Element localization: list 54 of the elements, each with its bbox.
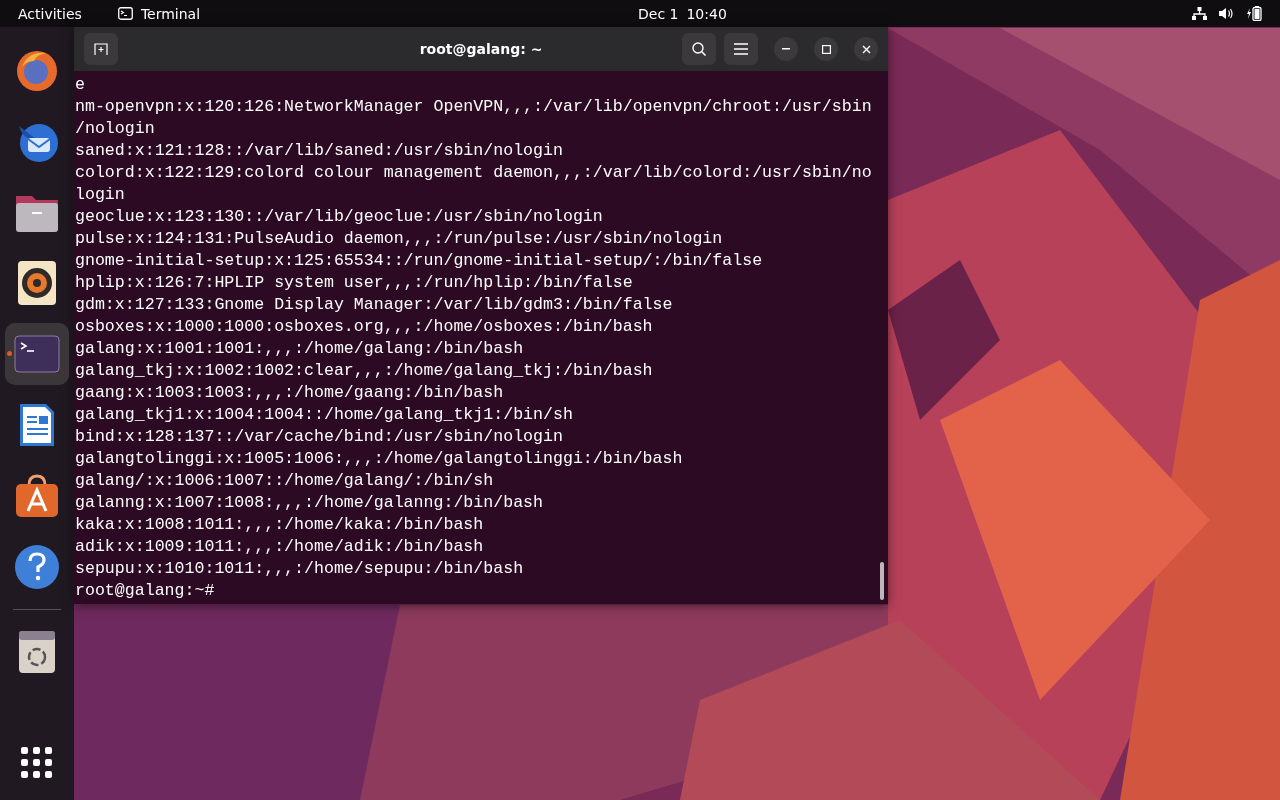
date-text[interactable]: Dec 1 <box>638 5 679 22</box>
terminal-line: gaang:x:1003:1003:,,,:/home/gaang:/bin/bash <box>75 382 504 404</box>
close-icon <box>861 44 871 54</box>
activities-button[interactable]: Activities <box>18 5 82 22</box>
app-grid-icon <box>21 747 53 779</box>
terminal-line: sepupu:x:1010:1011:,,,:/home/sepupu:/bin/bash <box>75 558 524 580</box>
maximize-icon <box>821 44 831 54</box>
terminal-line: saned:x:121:128::/var/lib/saned:/usr/sbin/nologin <box>75 140 563 162</box>
maximize-button[interactable] <box>814 37 838 61</box>
speaker-icon <box>17 260 57 306</box>
terminal-line: geoclue:x:123:130::/var/lib/geoclue:/usr/sbin/nologin <box>75 206 603 228</box>
terminal-line: kaka:x:1008:1011:,,,:/home/kaka:/bin/bash <box>75 514 484 536</box>
terminal-line: osboxes:x:1000:1000:osboxes.org,,,:/home/osboxes:/bin/bash <box>75 316 653 338</box>
new-tab-button[interactable] <box>84 33 118 65</box>
minimize-icon <box>782 48 790 50</box>
time-text[interactable]: 10:40 <box>686 5 727 22</box>
terminal-icon <box>14 335 60 373</box>
running-indicator <box>7 351 12 356</box>
terminal-line: galanng:x:1007:1008:,,,:/home/galanng:/bin/bash <box>75 492 544 514</box>
shopping-bag-icon <box>14 473 60 519</box>
terminal-line: login <box>75 184 125 206</box>
network-icon[interactable] <box>1192 7 1207 20</box>
volume-icon[interactable] <box>1219 7 1234 20</box>
terminal-line: /nologin <box>75 118 155 140</box>
terminal-line: adik:x:1009:1011:,,,:/home/adik:/bin/bash <box>75 536 484 558</box>
battery-icon[interactable] <box>1246 6 1262 21</box>
scrollbar[interactable] <box>880 562 884 600</box>
app-menu[interactable]: Terminal <box>140 5 201 22</box>
search-icon <box>691 41 707 57</box>
terminal-icon <box>117 7 133 20</box>
terminal-line: colord:x:122:129:colord colour management daemon,,,:/var/lib/colord:/usr/sbin/no <box>75 162 872 184</box>
terminal-line: nm-openvpn:x:120:126:NetworkManager OpenVPN,,,:/var/lib/openvpn/chroot:/usr/sbin <box>75 96 872 118</box>
search-button[interactable] <box>682 33 716 65</box>
new-tab-icon <box>94 43 108 55</box>
minimize-button[interactable] <box>774 37 798 61</box>
menu-button[interactable] <box>724 33 758 65</box>
terminal-line: galang_tkj:x:1002:1002:clear,,,:/home/galang_tkj:/bin/bash <box>75 360 653 382</box>
terminal-line: galang:x:1001:1001:,,,:/home/galang:/bin/bash <box>75 338 524 360</box>
terminal-line: galang_tkj1:x:1004:1004::/home/galang_tkj1:/bin/sh <box>75 404 573 426</box>
trash-icon <box>18 630 56 674</box>
terminal-line: gnome-initial-setup:x:125:65534::/run/gnome-initial-setup/:/bin/false <box>75 250 763 272</box>
terminal-line: pulse:x:124:131:PulseAudio daemon,,,:/run/pulse:/usr/sbin/nologin <box>75 228 723 250</box>
menu-icon <box>734 43 748 55</box>
terminal-line: galangtolinggi:x:1005:1006:,,,:/home/galangtolinggi:/bin/bash <box>75 448 683 470</box>
terminal-line: galang/:x:1006:1007::/home/galang/:/bin/sh <box>75 470 494 492</box>
terminal-line: bind:x:128:137::/var/cache/bind:/usr/sbin/nologin <box>75 426 563 448</box>
close-button[interactable] <box>854 37 878 61</box>
terminal-line: gdm:x:127:133:Gnome Display Manager:/var/lib/gdm3:/bin/false <box>75 294 673 316</box>
terminal-line: hplip:x:126:7:HPLIP system user,,,:/run/hplip:/bin/false <box>75 272 633 294</box>
help-icon <box>14 544 60 590</box>
window-title: root@galang: ~ <box>419 41 543 57</box>
terminal-line: root@galang:~# <box>75 580 215 602</box>
terminal-line: e <box>75 74 85 96</box>
document-icon <box>18 402 56 448</box>
